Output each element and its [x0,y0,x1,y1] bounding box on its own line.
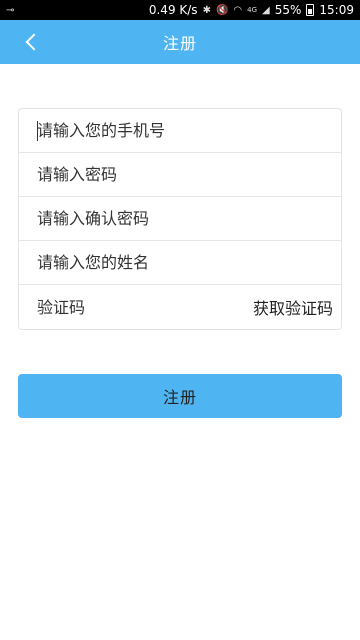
password-row [19,153,341,197]
network-type-label: 4G [247,6,258,14]
verification-code-row: 获取验证码 [19,285,341,329]
battery-icon [306,4,315,16]
confirm-password-row [19,197,341,241]
mute-icon: 🔇 [215,4,229,16]
wifi-icon: ◠ [233,4,243,16]
bluetooth-icon: ✱ [202,4,211,16]
status-bar: ⊸ 0.49 K/s ✱ 🔇 ◠ 4G ◢ 55% 15:09 [0,0,360,20]
app-header: 注册 [0,20,360,64]
register-button[interactable]: 注册 [18,374,342,418]
back-button[interactable] [22,20,52,64]
clock: 15:09 [319,3,354,17]
network-speed: 0.49 K/s [148,3,198,17]
status-right: 0.49 K/s ✱ 🔇 ◠ 4G ◢ 55% 15:09 [149,3,354,17]
password-input[interactable] [37,153,333,196]
phone-row [19,109,341,153]
registration-form: 获取验证码 [18,108,342,330]
battery-percent: 55% [274,3,302,17]
name-input[interactable] [37,241,333,284]
page-title: 注册 [162,34,197,53]
confirm-password-input[interactable] [37,197,333,240]
phone-input[interactable] [37,109,333,152]
verification-code-input[interactable] [37,285,237,329]
chevron-left-icon [25,33,43,51]
text-caret [37,121,38,141]
signal-icon: ◢ [262,4,270,16]
get-code-button[interactable]: 获取验证码 [253,285,333,329]
name-row [19,241,341,285]
key-icon: ⊸ [6,4,15,16]
status-left: ⊸ [6,5,14,16]
